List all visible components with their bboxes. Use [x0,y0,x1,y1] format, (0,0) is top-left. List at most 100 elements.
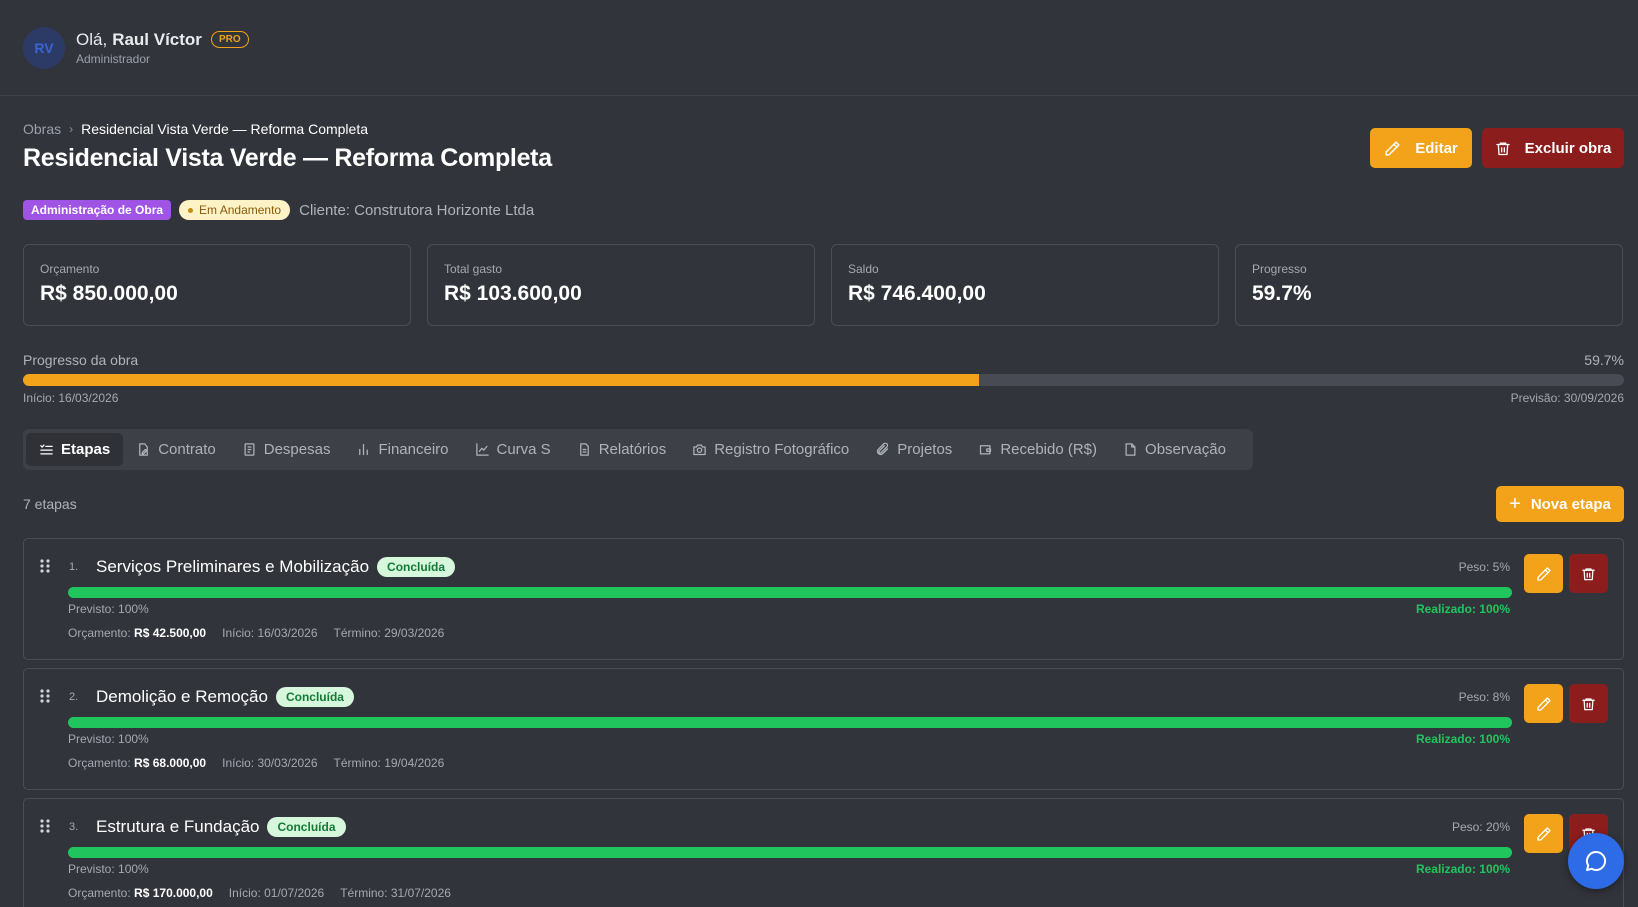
stage-progress-bar [68,717,1512,728]
page-title: Residencial Vista Verde — Reforma Comple… [23,144,552,172]
avatar[interactable]: RV [23,26,65,69]
new-stage-button[interactable]: + Nova etapa [1496,486,1624,522]
note-icon [1125,443,1136,456]
stage-number: 1. [69,561,79,573]
status-dot-icon [188,207,194,213]
trash-icon [1582,697,1595,710]
stage-edit-button[interactable] [1524,684,1563,723]
chevron-right-icon: › [69,122,74,136]
stage-meta: Orçamento: R$ 68.000,00 Início: 30/03/20… [68,756,445,770]
wallet-icon [980,445,992,455]
bar-chart-icon [359,443,369,456]
stage-realizado: Realizado: 100% [1415,862,1510,876]
stage-realizado: Realizado: 100% [1415,732,1510,746]
stage-start-date: Início: 16/03/2026 [222,626,318,640]
tab-financeiro[interactable]: Financeiro [343,433,461,466]
stage-end-date: Término: 19/04/2026 [333,756,445,770]
tab-relatorios[interactable]: Relatórios [564,433,680,466]
stage-name: Demolição e Remoção [96,687,268,706]
stage-weight: Peso: 5% [1458,560,1510,574]
tab-bar: Etapas Contrato Despesas Financeiro Curv… [23,429,1253,470]
progress-bar-fill [23,374,979,386]
tab-contrato[interactable]: Contrato [123,433,229,466]
stage-name: Estrutura e Fundação [96,817,260,836]
stage-previsto: Previsto: 100% [68,732,149,746]
document-icon [579,443,589,456]
stats-row: Orçamento R$ 850.000,00 Total gasto R$ 103… [23,244,1623,326]
obra-tags: Administração de Obra Em Andamento Clien… [23,200,534,220]
receipt-icon [244,443,255,456]
pencil-icon [1385,140,1400,156]
stage-meta: Orçamento: R$ 170.000,00 Início: 01/07/2… [68,886,451,900]
drag-handle-icon[interactable] [40,559,50,573]
delete-obra-button[interactable]: Excluir obra [1482,128,1624,168]
stage-progress-bar [68,847,1512,858]
breadcrumb-obras-link[interactable]: Obras [23,121,61,137]
top-bar: RV Olá, Raul Víctor PRO Administrador [0,0,1638,96]
drag-handle-icon[interactable] [40,819,50,833]
greeting-text: Olá, [76,29,108,49]
stage-name: Serviços Preliminares e Mobilização [96,557,370,576]
paperclip-icon [877,442,889,456]
stage-progress-fill [68,847,1512,858]
stage-meta: Orçamento: R$ 42.500,00 Início: 16/03/20… [68,626,445,640]
breadcrumb: Obras › Residencial Vista Verde — Reform… [23,121,368,137]
stage-number: 3. [69,821,79,833]
stage-progress-fill [68,587,1512,598]
progress-percent: 59.7% [1584,352,1624,368]
tab-curva-s[interactable]: Curva S [462,433,564,466]
stage-budget: R$ 42.500,00 [134,626,207,640]
stage-status-badge: Concluída [275,687,354,707]
progress-end-date: Previsão: 30/09/2026 [1510,391,1624,405]
stage-budget: R$ 68.000,00 [134,756,207,770]
stat-card-orcamento: Orçamento R$ 850.000,00 [23,244,411,326]
stat-card-total-gasto: Total gasto R$ 103.600,00 [427,244,815,326]
stage-start-date: Início: 30/03/2026 [222,756,318,770]
stage-budget: R$ 170.000,00 [134,886,213,900]
chat-bubble-icon [1586,850,1607,871]
stage-end-date: Término: 29/03/2026 [333,626,445,640]
pencil-icon [1536,826,1551,841]
list-icon [40,444,53,455]
stage-card: 1. Serviços Preliminares e Mobilização Co… [23,538,1624,660]
stage-delete-button[interactable] [1569,684,1608,723]
chat-button[interactable] [1568,833,1624,889]
tab-despesas[interactable]: Despesas [229,433,344,466]
breadcrumb-current: Residencial Vista Verde — Reforma Comple… [81,121,369,137]
stage-edit-button[interactable] [1524,814,1563,853]
user-role: Administrador [76,51,151,66]
stage-progress-bar [68,587,1512,598]
stage-weight: Peso: 20% [1451,820,1510,834]
plus-icon: + [1509,492,1521,515]
client-name: Cliente: Construtora Horizonte Ltda [299,201,535,219]
stage-edit-button[interactable] [1524,554,1563,593]
stage-end-date: Término: 31/07/2026 [340,886,451,900]
drag-handle-icon[interactable] [40,689,50,703]
stage-status-badge: Concluída [377,557,456,577]
tab-etapas[interactable]: Etapas [26,433,124,466]
file-edit-icon [139,443,149,456]
stage-weight: Peso: 8% [1458,690,1510,704]
trash-icon [1582,567,1595,580]
stage-start-date: Início: 01/07/2026 [228,886,325,900]
stat-card-progresso: Progresso 59.7% [1235,244,1623,326]
trash-icon [1495,142,1510,155]
stage-status-badge: Concluída [267,817,346,837]
tab-recebido[interactable]: Recebido (R$) [965,433,1110,466]
stage-delete-button[interactable] [1569,554,1608,593]
tab-registro-fotografico[interactable]: Registro Fotográfico [679,433,862,466]
progress-label: Progresso da obra [23,352,139,368]
stage-realizado: Realizado: 100% [1415,602,1510,616]
edit-button[interactable]: Editar [1370,128,1472,168]
stage-card: 2. Demolição e Remoção Concluída Peso: 8%… [23,668,1624,790]
stage-progress-fill [68,717,1512,728]
stage-previsto: Previsto: 100% [68,602,149,616]
pencil-icon [1536,696,1551,711]
tab-projetos[interactable]: Projetos [862,433,965,466]
stage-previsto: Previsto: 100% [68,862,149,876]
stage-card: 3. Estrutura e Fundação Concluída Peso: 2… [23,798,1624,907]
line-chart-icon [475,443,489,456]
tab-observacao[interactable]: Observação [1110,433,1239,466]
progress-start-date: Início: 16/03/2026 [23,391,119,405]
stage-number: 2. [69,691,79,703]
